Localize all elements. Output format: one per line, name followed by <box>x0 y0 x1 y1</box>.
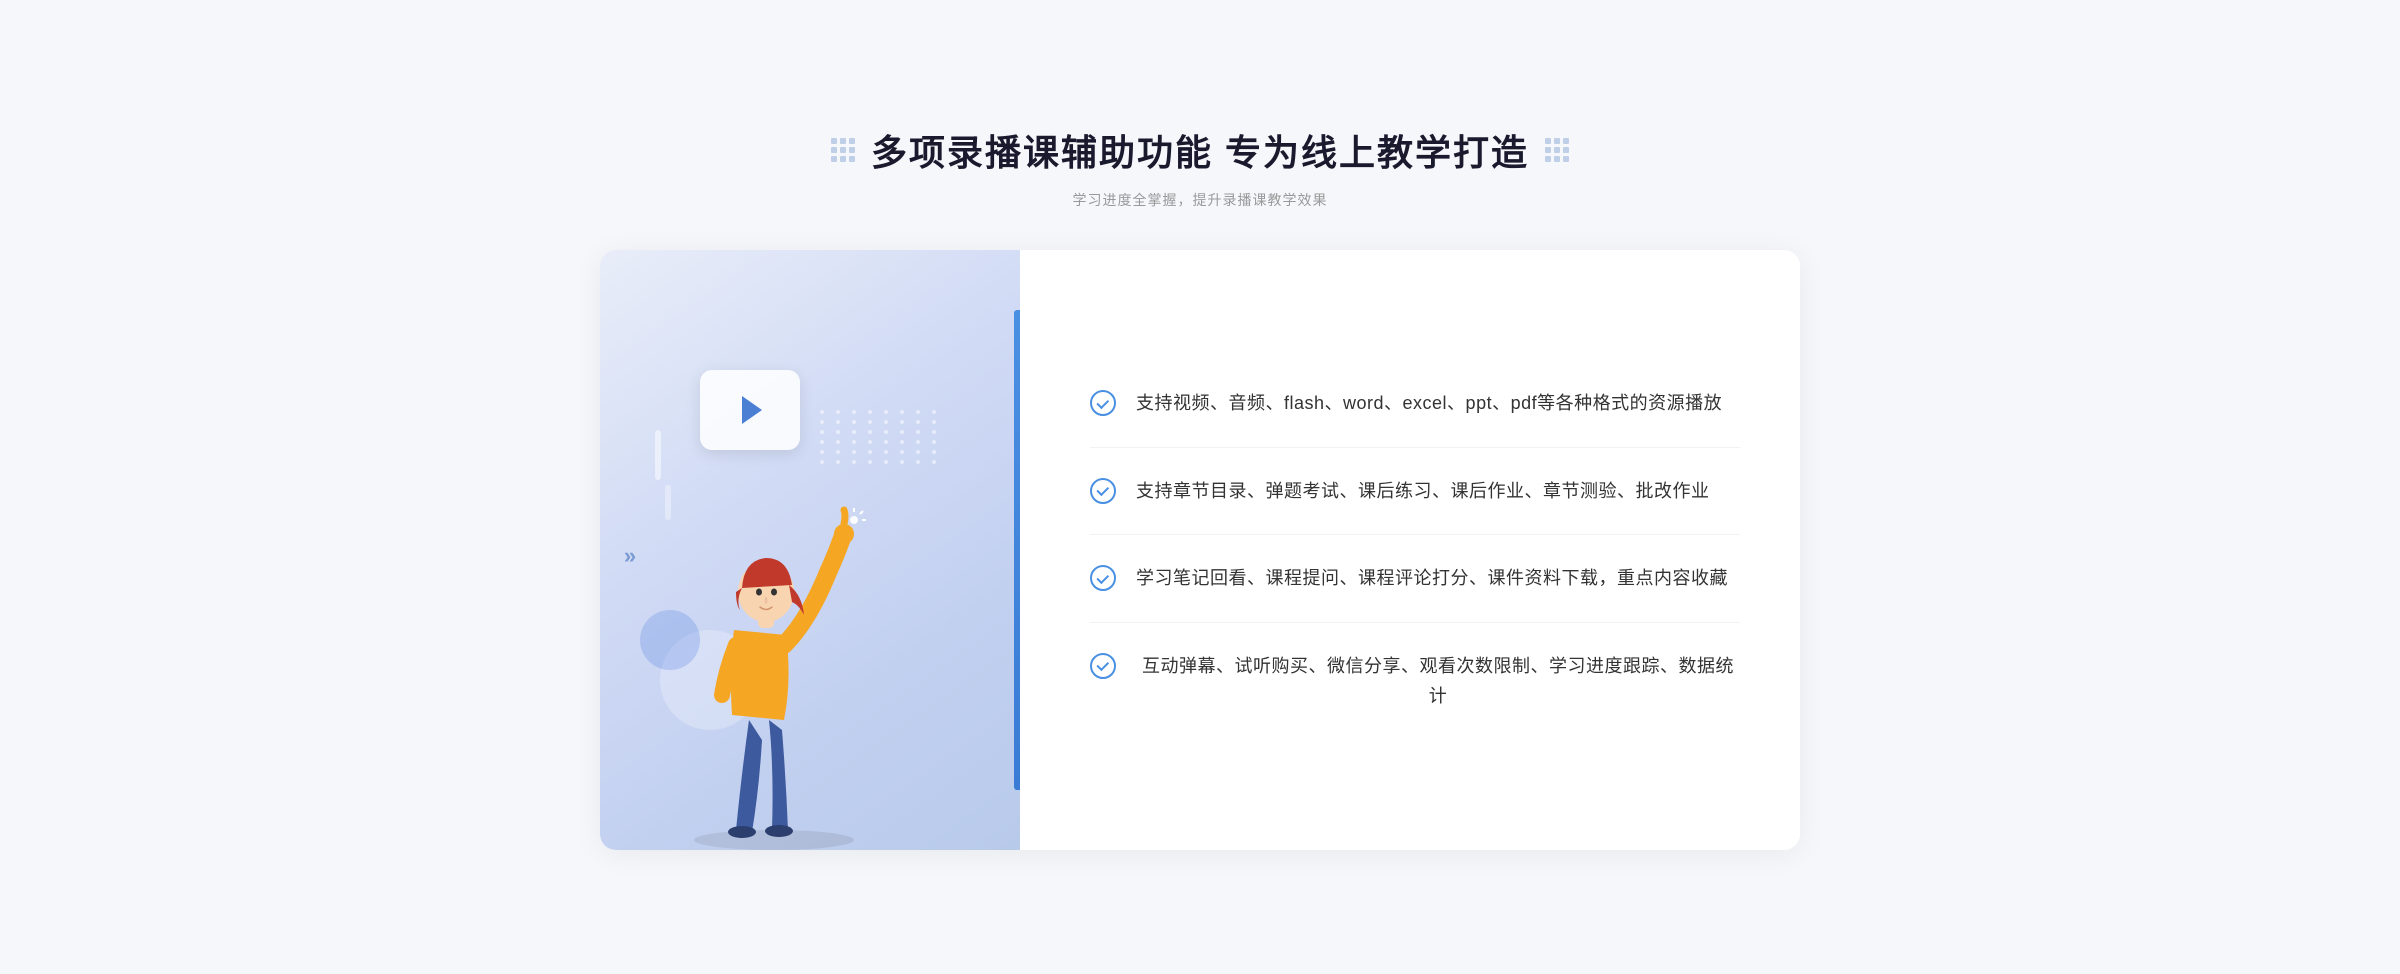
feature-item-1: 支持视频、音频、flash、word、excel、ppt、pdf等各种格式的资源… <box>1090 360 1740 448</box>
illustration-panel: » <box>600 250 1020 850</box>
feature-item-2: 支持章节目录、弹题考试、课后练习、课后作业、章节测验、批改作业 <box>1090 448 1740 536</box>
left-decorative-dots <box>831 138 855 162</box>
play-icon <box>742 396 762 424</box>
left-arrows: » <box>620 543 640 557</box>
feature-item-4: 互动弹幕、试听购买、微信分享、观看次数限制、学习进度跟踪、数据统计 <box>1090 623 1740 740</box>
title-row: 多项录播课辅助功能 专为线上教学打造 <box>600 124 1800 176</box>
content-section: » <box>600 250 1800 850</box>
header-section: 多项录播课辅助功能 专为线上教学打造 学习进度全掌握，提升录播课教学效果 <box>600 124 1800 210</box>
page-title: 多项录播课辅助功能 专为线上教学打造 <box>871 124 1529 176</box>
check-icon-2 <box>1090 478 1116 504</box>
chevron-right-icon: » <box>620 543 640 557</box>
feature-text-4: 互动弹幕、试听购买、微信分享、观看次数限制、学习进度跟踪、数据统计 <box>1136 651 1740 712</box>
check-icon-3 <box>1090 565 1116 591</box>
blue-accent-bar <box>1014 310 1020 790</box>
person-illustration <box>654 430 914 850</box>
page-wrapper: 多项录播课辅助功能 专为线上教学打造 学习进度全掌握，提升录播课教学效果 » <box>600 124 1800 850</box>
page-subtitle: 学习进度全掌握，提升录播课教学效果 <box>600 190 1800 210</box>
check-icon-4 <box>1090 653 1116 679</box>
feature-item-3: 学习笔记回看、课程提问、课程评论打分、课件资料下载，重点内容收藏 <box>1090 535 1740 623</box>
feature-text-3: 学习笔记回看、课程提问、课程评论打分、课件资料下载，重点内容收藏 <box>1136 563 1728 594</box>
features-panel: 支持视频、音频、flash、word、excel、ppt、pdf等各种格式的资源… <box>1020 250 1800 850</box>
check-icon-1 <box>1090 390 1116 416</box>
right-decorative-dots <box>1545 138 1569 162</box>
feature-text-1: 支持视频、音频、flash、word、excel、ppt、pdf等各种格式的资源… <box>1136 388 1722 419</box>
feature-text-2: 支持章节目录、弹题考试、课后练习、课后作业、章节测验、批改作业 <box>1136 476 1710 507</box>
